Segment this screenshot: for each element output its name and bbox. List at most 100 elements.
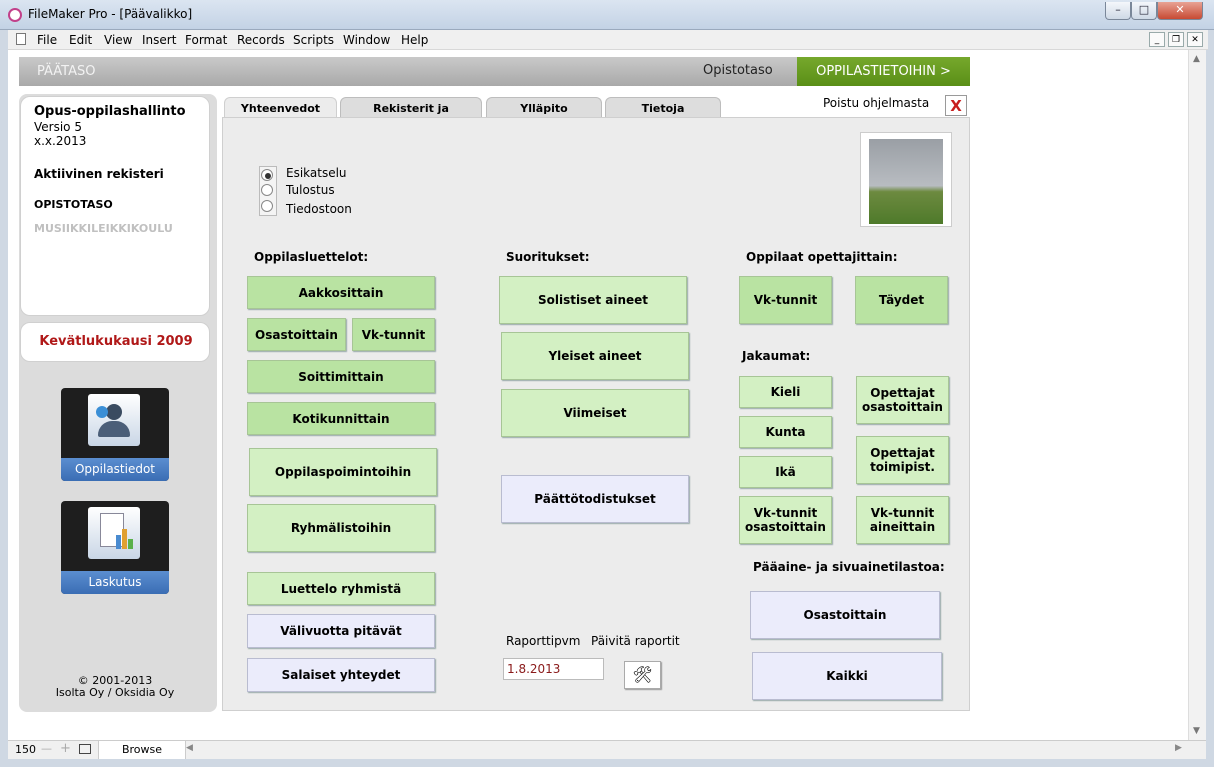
oppilaspoimintoihin-button[interactable]: Oppilaspoimintoihin — [249, 448, 437, 496]
update-reports-label: Päivitä raportit — [591, 634, 680, 648]
tab-rekisterit[interactable]: Rekisterit ja asetukset — [340, 97, 482, 137]
scroll-up-icon[interactable]: ▲ — [1193, 54, 1200, 64]
menu-window[interactable]: Window — [343, 33, 390, 47]
opettajat-toim-line1: Opettajat — [870, 446, 935, 460]
company: Isolta Oy / Oksidia Oy — [55, 686, 175, 699]
oppilastietoihin-button[interactable]: OPPILASTIETOIHIN > — [797, 57, 970, 86]
vertical-scrollbar[interactable]: ▲ ▼ — [1188, 50, 1206, 740]
main-panel: Esikatselu Tulostus Tiedostoon Oppilaslu… — [222, 117, 970, 711]
report-date-field[interactable]: 1.8.2013 — [503, 658, 604, 680]
app-info-panel: Opus-oppilashallinto Versio 5 x.x.2013 A… — [20, 96, 210, 316]
oppilastiedot-label: Oppilastiedot — [61, 458, 169, 481]
maximize-button[interactable]: □ — [1131, 2, 1157, 20]
paattotodistukset-button[interactable]: Päättötodistukset — [501, 475, 689, 523]
opettajittain-title: Oppilaat opettajittain: — [746, 250, 898, 264]
title-bar: FileMaker Pro - [Päävalikko] – □ ✕ — [0, 0, 1214, 30]
option-tiedostoon: Tiedostoon — [286, 202, 352, 216]
report-date-label: Raporttipvm — [506, 634, 581, 648]
vk-tunnit-list-button[interactable]: Vk-tunnit — [352, 318, 435, 351]
layout-area: PÄÄTASO Opistotaso OPPILASTIETOIHIN > Op… — [8, 50, 1188, 740]
users-icon — [88, 394, 140, 446]
opettajat-toimipist-button[interactable]: Opettajat toimipist. — [856, 436, 949, 484]
tilasto-kaikki-button[interactable]: Kaikki — [752, 652, 942, 700]
tilasto-osastoittain-button[interactable]: Osastoittain — [750, 591, 940, 639]
menu-edit[interactable]: Edit — [69, 33, 92, 47]
menu-view[interactable]: View — [104, 33, 132, 47]
opettajat-toim-line2: toimipist. — [870, 460, 935, 474]
ryhmalistoihin-button[interactable]: Ryhmälistoihin — [247, 504, 435, 552]
zoom-out-icon[interactable]: — — [41, 742, 52, 755]
kunta-button[interactable]: Kunta — [739, 416, 832, 448]
vk-aine-line2: aineittain — [869, 520, 936, 534]
filemaker-icon — [8, 8, 22, 22]
aakkosittain-button[interactable]: Aakkosittain — [247, 276, 435, 309]
jakaumat-title: Jakaumat: — [742, 349, 811, 363]
menu-bar: File Edit View Insert Format Records Scr… — [8, 30, 1208, 50]
vk-tunnit-osastoittain-button[interactable]: Vk-tunnit osastoittain — [739, 496, 832, 544]
scroll-left-icon[interactable]: ◀ — [186, 743, 193, 753]
vk-tunnit-teacher-button[interactable]: Vk-tunnit — [739, 276, 832, 324]
minimize-button[interactable]: – — [1105, 2, 1131, 20]
yleiset-aineet-button[interactable]: Yleiset aineet — [501, 332, 689, 380]
zoom-in-icon[interactable]: + — [60, 741, 71, 756]
opettajat-osast-line2: osastoittain — [862, 400, 943, 414]
exit-button[interactable]: X — [945, 95, 967, 116]
scroll-right-icon[interactable]: ▶ — [1175, 743, 1182, 753]
opistotaso-link[interactable]: Opistotaso — [703, 63, 773, 78]
radio-tulostus[interactable] — [261, 184, 273, 196]
viimeiset-button[interactable]: Viimeiset — [501, 389, 689, 437]
mdi-minimize-button[interactable]: _ — [1149, 32, 1165, 47]
menu-file[interactable]: File — [37, 33, 57, 47]
mode-indicator[interactable]: Browse — [98, 741, 186, 759]
register-musiikkileikkikoulu[interactable]: MUSIIKKILEIKKIKOULU — [34, 222, 173, 235]
taydet-button[interactable]: Täydet — [855, 276, 948, 324]
menu-help[interactable]: Help — [401, 33, 428, 47]
vk-osast-line2: osastoittain — [745, 520, 826, 534]
tab-yllapito[interactable]: Ylläpito — [486, 97, 602, 119]
tab-yhteenvedot[interactable]: Yhteenvedot — [224, 97, 337, 119]
status-bar: 150 — + Browse ◀ ▶ — [8, 740, 1206, 759]
page-level-label: PÄÄTASO — [37, 64, 96, 79]
oppilastiedot-button[interactable]: Oppilastiedot — [61, 388, 169, 481]
tools-icon[interactable]: 🛠 — [624, 661, 661, 689]
vk-tunnit-aineittain-button[interactable]: Vk-tunnit aineittain — [856, 496, 949, 544]
kotikunnittain-button[interactable]: Kotikunnittain — [247, 402, 435, 435]
mdi-restore-button[interactable]: ❐ — [1168, 32, 1184, 47]
opettajat-osastoittain-button[interactable]: Opettajat osastoittain — [856, 376, 949, 424]
app-name: Opus-oppilashallinto — [34, 104, 186, 119]
vk-aine-line1: Vk-tunnit — [870, 506, 935, 520]
register-opistotaso[interactable]: OPISTOTASO — [34, 198, 113, 211]
solistiset-aineet-button[interactable]: Solistiset aineet — [499, 276, 687, 324]
salaiset-yhteydet-button[interactable]: Salaiset yhteydet — [247, 658, 435, 692]
toolbar-toggle-icon[interactable] — [79, 744, 91, 754]
kieli-button[interactable]: Kieli — [739, 376, 832, 408]
window-title: FileMaker Pro - [Päävalikko] — [28, 7, 193, 21]
opettajat-osast-line1: Opettajat — [870, 386, 935, 400]
landscape-image — [860, 132, 952, 227]
tab-tietoja[interactable]: Tietoja — [605, 97, 721, 119]
radio-tiedostoon[interactable] — [261, 200, 273, 212]
valivuotta-button[interactable]: Välivuotta pitävät — [247, 614, 435, 648]
radio-esikatselu[interactable] — [261, 169, 273, 181]
laskutus-button[interactable]: Laskutus — [61, 501, 169, 594]
zoom-level: 150 — [15, 743, 36, 756]
soittimittain-button[interactable]: Soittimittain — [247, 360, 435, 393]
term-label: Kevätlukukausi 2009 — [39, 334, 193, 349]
laskutus-label: Laskutus — [61, 571, 169, 594]
close-button[interactable]: ✕ — [1157, 2, 1203, 20]
menu-scripts[interactable]: Scripts — [293, 33, 334, 47]
osastoittain-button[interactable]: Osastoittain — [247, 318, 346, 351]
menu-records[interactable]: Records — [237, 33, 285, 47]
mdi-close-button[interactable]: ✕ — [1187, 32, 1203, 47]
option-esikatselu: Esikatselu — [286, 166, 347, 180]
active-register-label: Aktiivinen rekisteri — [34, 167, 164, 181]
app-version: Versio 5 — [34, 120, 82, 134]
ika-button[interactable]: Ikä — [739, 456, 832, 488]
luettelo-ryhmista-button[interactable]: Luettelo ryhmistä — [247, 572, 435, 605]
term-panel: Kevätlukukausi 2009 — [20, 322, 210, 362]
scroll-down-icon[interactable]: ▼ — [1193, 726, 1200, 736]
menu-insert[interactable]: Insert — [142, 33, 176, 47]
suoritukset-title: Suoritukset: — [506, 250, 590, 264]
menu-format[interactable]: Format — [185, 33, 227, 47]
option-tulostus: Tulostus — [286, 183, 335, 197]
